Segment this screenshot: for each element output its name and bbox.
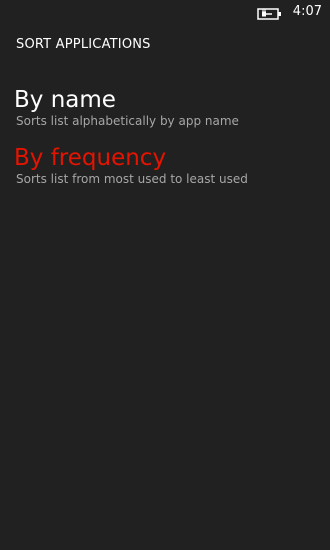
sort-option-by-frequency[interactable]: By frequency Sorts list from most used t… [14,144,314,187]
option-description-by-name: Sorts list alphabetically by app name [16,114,239,128]
option-label-by-name: By name [14,87,116,113]
battery-charging-icon [257,6,283,20]
sort-option-by-name[interactable]: By name Sorts list alphabetically by app… [14,86,314,129]
option-label-by-frequency: By frequency [14,145,167,171]
status-time: 4:07 [292,4,322,19]
option-description-by-frequency: Sorts list from most used to least used [16,172,248,186]
page-title: SORT APPLICATIONS [16,37,151,52]
status-bar: 4:07 [0,0,330,26]
